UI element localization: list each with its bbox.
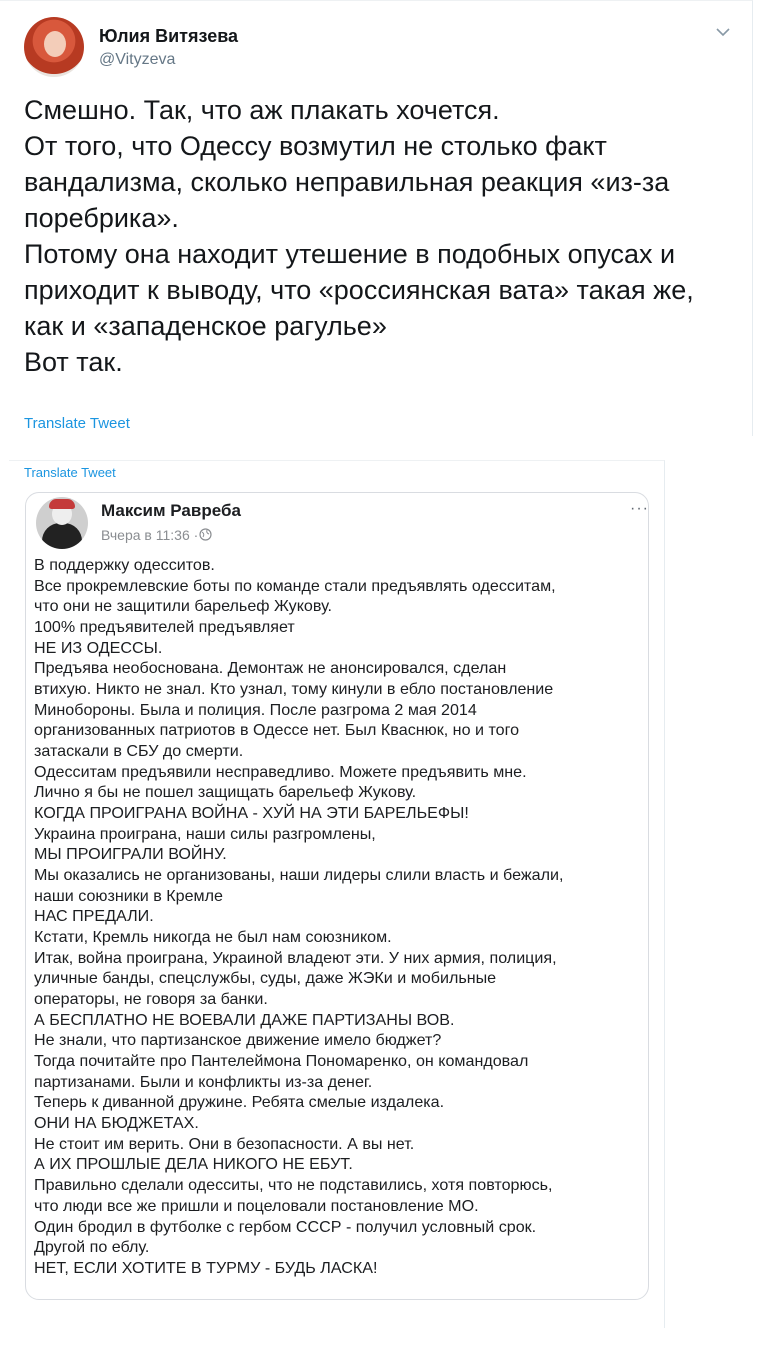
avatar-hair <box>49 499 75 509</box>
post-line: НЕТ, ЕСЛИ ХОТИТЕ В ТУРМУ - БУДЬ ЛАСКА! <box>34 1258 378 1277</box>
tweet-line: Потому она находит утешение в подобных о… <box>24 239 676 269</box>
post-line: Не знали, что партизанское движение имел… <box>34 1031 442 1050</box>
post-line: Кстати, Кремль никогда не был нам союзни… <box>34 928 392 947</box>
post-line: Предъява необоснована. Демонтаж не анонс… <box>34 659 507 678</box>
tweet-line: Вот так. <box>24 347 123 377</box>
author-avatar[interactable] <box>24 17 84 77</box>
post-line: НЕ ИЗ ОДЕССЫ. <box>34 638 163 657</box>
post-line: Тогда почитайте про Пантелеймона Пономар… <box>34 1052 529 1071</box>
post-line: Один бродил в футболке с гербом СССР - п… <box>34 1217 537 1236</box>
post-line: Минобороны. Была и полиция. После разгро… <box>34 700 477 719</box>
post-line: Одесситам предъявили несправедливо. Може… <box>34 762 527 781</box>
post-line: МЫ ПРОИГРАЛИ ВОЙНУ. <box>34 845 227 864</box>
post-line: затаскали в СБУ до смерти. <box>34 742 244 761</box>
post-line: Правильно сделали одесситы, что не подст… <box>34 1176 553 1195</box>
post-line: втихую. Никто не знал. Кто узнал, тому к… <box>34 680 554 699</box>
post-line: что люди все же пришли и поцеловали пост… <box>34 1196 479 1215</box>
globe-icon <box>199 528 212 541</box>
post-line: наши союзники в Кремле <box>34 886 223 905</box>
post-line: 100% предъявителей предъявляет <box>34 618 295 637</box>
post-line: Мы оказались не организованы, наши лидер… <box>34 866 564 885</box>
tweet-line: как и «западенское рагулье» <box>24 311 387 341</box>
post-author-name[interactable]: Максим Равреба <box>101 501 241 521</box>
post-line: Итак, война проиграна, Украиной владеют … <box>34 948 557 967</box>
post-line: Теперь к диванной дружине. Ребята смелые… <box>34 1093 445 1112</box>
post-line: Лично я бы не пошел защищать барельеф Жу… <box>34 783 417 802</box>
post-line: КОГДА ПРОИГРАНА ВОЙНА - ХУЙ НА ЭТИ БАРЕЛ… <box>34 804 469 823</box>
chevron-down-icon[interactable] <box>714 25 732 39</box>
post-line: Все прокремлевские боты по команде стали… <box>34 576 556 595</box>
tweet-line: От того, что Одессу возмутил не столько … <box>24 131 607 161</box>
tweet-line: вандализма, сколько неправильная реакция… <box>24 167 670 197</box>
post-line: ОНИ НА БЮДЖЕТАХ. <box>34 1114 199 1133</box>
post-line: что они не защитили барельеф Жукову. <box>34 597 332 616</box>
post-line: Не стоит им верить. Они в безопасности. … <box>34 1134 415 1153</box>
tweet-line: приходит к выводу, что «россиянская вата… <box>24 275 694 305</box>
post-line: Украина проиграна, наши силы разгромлены… <box>34 824 376 843</box>
tweet-author-name[interactable]: Юлия Витязева <box>99 26 238 47</box>
post-line: А ИХ ПРОШЛЫЕ ДЕЛА НИКОГО НЕ ЕБУТ. <box>34 1155 353 1174</box>
post-line: В поддержку одесситов. <box>34 556 215 574</box>
tweet-author-handle[interactable]: @Vityzeva <box>99 51 175 69</box>
post-timestamp[interactable]: Вчера в 11:36 · <box>101 527 198 543</box>
translate-tweet-link[interactable]: Translate Tweet <box>24 415 130 432</box>
avatar-suit <box>42 523 82 549</box>
tweet-text: Смешно. Так, что аж плакать хочется. От … <box>24 92 744 380</box>
post-author-avatar[interactable] <box>36 497 88 549</box>
more-dots-icon[interactable]: ··· <box>630 500 649 518</box>
post-text: В поддержку одесситов. Все прокремлевски… <box>34 555 646 1279</box>
post-line: уличные банды, спецслужбы, суды, даже ЖЭ… <box>34 969 497 988</box>
post-line: операторы, не говоря за банки. <box>34 990 268 1009</box>
tweet-line: поребрика». <box>24 203 179 233</box>
translate-tweet-link-secondary[interactable]: Translate Tweet <box>24 465 116 480</box>
post-line: А БЕСПЛАТНО НЕ ВОЕВАЛИ ДАЖЕ ПАРТИЗАНЫ ВО… <box>34 1010 455 1029</box>
post-line: НАС ПРЕДАЛИ. <box>34 907 154 926</box>
post-line: Другой по еблу. <box>34 1238 150 1257</box>
post-line: организованных патриотов в Одессе нет. Б… <box>34 721 520 740</box>
tweet-line: Смешно. Так, что аж плакать хочется. <box>24 95 500 125</box>
post-line: партизанами. Были и конфликты из-за дене… <box>34 1072 373 1091</box>
avatar-face <box>44 31 66 57</box>
